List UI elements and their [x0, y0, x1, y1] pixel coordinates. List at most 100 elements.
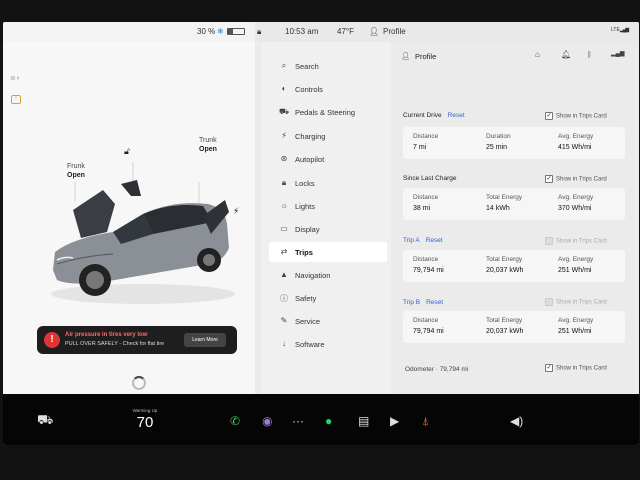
stat-value: 25 min [486, 144, 508, 151]
stat-value: 38 mi [413, 205, 431, 212]
menu-item-safety[interactable]: ⓘ Safety [269, 288, 387, 308]
menu-item-label: Lights [295, 202, 316, 211]
menu-item-label: Controls [295, 85, 323, 94]
menu-item-charging[interactable]: ⚡︎ Charging [269, 126, 387, 146]
odometer-value: 79,794 mi [439, 366, 469, 373]
trip-b-card: Distance 79,794 mi Total Energy 20,037 kWh… [403, 311, 625, 343]
trip-b-show-toggle[interactable]: Show in Trips Card [545, 298, 607, 306]
bell-icon[interactable]: 🔔︎ [561, 50, 571, 59]
user-icon[interactable]: 👤︎ [369, 27, 379, 36]
touchscreen: 30 % ❄ 🔒︎ 10:53 am 47°F 👤︎ Profile LTE▂▄… [3, 22, 639, 445]
stat-avg-energy: Avg. Energy 251 Wh/mi [558, 317, 593, 335]
garage-icon[interactable]: ⌂ [535, 50, 540, 59]
menu-item-trips[interactable]: ⇄ Trips [269, 242, 387, 262]
checkbox-checked-icon[interactable]: ✓ [545, 175, 553, 183]
stat-avg-energy: Avg. Energy 415 Wh/mi [558, 133, 593, 151]
stat-value: 251 Wh/mi [558, 328, 592, 335]
stat-distance: Distance 79,794 mi [413, 256, 444, 274]
spotify-icon[interactable]: ● [325, 414, 332, 428]
car-icon[interactable]: ⛟ [37, 412, 53, 430]
stat-label: Distance [413, 194, 439, 201]
menu-item-label: Locks [295, 179, 315, 188]
menu-item-label: Search [295, 62, 319, 71]
trunk-title: Trunk [199, 137, 217, 144]
since-last-charge-show-toggle[interactable]: ✓ Show in Trips Card [545, 175, 607, 183]
volume-icon[interactable]: ◀) [510, 414, 523, 428]
stat-value: 251 Wh/mi [558, 267, 592, 274]
checkbox-checked-icon[interactable]: ✓ [545, 112, 553, 120]
since-last-charge-header: Since Last Charge [403, 175, 456, 182]
menu-item-controls[interactable]: ◐ Controls [269, 79, 387, 99]
menu-item-pedals-steering[interactable]: ⛟ Pedals & Steering [269, 102, 387, 122]
loading-spinner-icon [132, 376, 146, 390]
menu-item-display[interactable]: ▭ Display [269, 219, 387, 239]
profile-button[interactable]: Profile [383, 27, 406, 36]
video-icon[interactable]: ▶ [390, 414, 399, 428]
signal-icon: ▂▄▆ [611, 51, 625, 57]
bolt-icon: ⚡︎ [281, 131, 287, 140]
menu-item-service[interactable]: ✎ Service [269, 311, 387, 331]
trip-b-reset-link[interactable]: Reset [426, 299, 443, 306]
lte-signal-icon: LTE▂▄▆ [611, 27, 629, 33]
odometer-label: Odometer [405, 366, 434, 373]
checkbox-checked-icon[interactable]: ✓ [545, 364, 553, 372]
menu-item-software[interactable]: ↓ Software [269, 334, 387, 354]
odometer-show-toggle[interactable]: ✓ Show in Trips Card [545, 364, 607, 372]
tire-pressure-alert[interactable]: ! Air pressure in tires very low PULL OV… [37, 326, 237, 354]
more-apps-icon[interactable]: ··· [292, 414, 304, 428]
current-drive-header: Current Drive Reset [403, 112, 465, 119]
notes-icon[interactable]: ▤ [358, 414, 369, 428]
menu-item-lights[interactable]: ☼ Lights [269, 196, 387, 216]
steering-wheel-icon: ⊛ [280, 154, 288, 163]
warning-icon: ! [44, 332, 60, 348]
stat-value: 20,037 kWh [486, 267, 524, 274]
stat-value: 14 kWh [486, 205, 510, 212]
bottom-dock: ⛟ Warming Up 70 ✆ ◉ ··· ● ▤ ▶ ⍋ ◀) [3, 394, 639, 445]
profile-name[interactable]: Profile [415, 52, 436, 61]
lock-icon: 🔒︎ [281, 178, 287, 187]
menu-item-label: Navigation [295, 271, 331, 280]
lock-icon[interactable]: 🔒︎ [257, 27, 261, 37]
current-drive-card: Distance 7 mi Duration 25 min Avg. Energy 4… [403, 127, 625, 159]
display-icon: ▭ [280, 224, 288, 233]
stat-label: Avg. Energy [558, 194, 594, 201]
joystick-icon[interactable]: ⍋ [422, 414, 429, 429]
toggle-icon: ◐ [281, 84, 287, 93]
stat-value: 79,794 mi [413, 267, 444, 274]
menu-item-navigation[interactable]: ▲ Navigation [269, 265, 387, 285]
trip-a-show-toggle[interactable]: Show in Trips Card [545, 237, 607, 245]
section-title: Trip B [403, 299, 421, 306]
menu-item-locks[interactable]: 🔒︎ Locks [269, 173, 387, 193]
checkbox-unchecked-icon[interactable] [545, 237, 553, 245]
settings-menu: ⌕ Search ◐ Controls ⛟ Pedals & Steering … [261, 42, 391, 394]
stat-label: Distance [413, 317, 439, 324]
phone-icon[interactable]: ✆ [230, 414, 240, 428]
learn-more-button[interactable]: Learn More [184, 333, 226, 347]
sun-icon: ☼ [280, 201, 288, 210]
wrench-icon: ✎ [280, 316, 288, 325]
menu-item-search[interactable]: ⌕ Search [269, 56, 387, 76]
outside-temperature: 47°F [337, 27, 354, 36]
bluetooth-icon[interactable]: ᛒ [587, 50, 592, 59]
current-drive-reset-link[interactable]: Reset [448, 112, 465, 119]
stat-duration: Duration 25 min [486, 133, 511, 151]
snowflake-icon: ❄ [217, 27, 224, 36]
current-drive-show-toggle[interactable]: ✓ Show in Trips Card [545, 112, 607, 120]
checkbox-unchecked-icon[interactable] [545, 298, 553, 306]
camera-icon[interactable]: ◉ [262, 414, 272, 428]
stat-label: Distance [413, 133, 439, 140]
stat-total-energy: Total Energy 14 kWh [486, 194, 522, 212]
section-title: Current Drive [403, 112, 442, 119]
menu-item-label: Display [295, 225, 320, 234]
safety-icon: ⓘ [280, 294, 288, 303]
stat-value: 79,794 mi [413, 328, 444, 335]
trip-a-header: Trip A Reset [403, 237, 443, 244]
climate-temperature-control[interactable]: Warming Up 70 [125, 408, 165, 431]
menu-item-label: Pedals & Steering [295, 108, 356, 117]
show-label: Show in Trips Card [556, 113, 607, 120]
trip-a-reset-link[interactable]: Reset [426, 237, 443, 244]
alert-title: Air pressure in tires very low [65, 332, 148, 338]
menu-item-autopilot[interactable]: ⊛ Autopilot [269, 149, 387, 169]
clock-time: 10:53 am [285, 27, 319, 36]
car-icon: ⛟ [279, 107, 290, 116]
